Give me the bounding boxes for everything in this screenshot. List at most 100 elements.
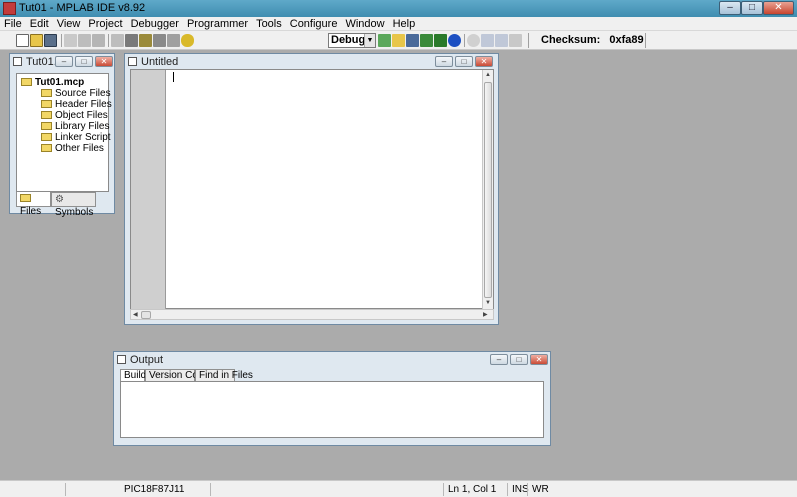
status-empty xyxy=(210,483,300,496)
checksum-display: Checksum: 0xfa89 xyxy=(528,33,646,48)
scroll-down-icon[interactable]: ▼ xyxy=(485,300,491,306)
menu-file[interactable]: File xyxy=(0,17,26,30)
menu-tools[interactable]: Tools xyxy=(252,17,286,30)
tree-item-linker-script[interactable]: Linker Script xyxy=(41,132,111,143)
project-root[interactable]: Tut01.mcp xyxy=(21,77,84,88)
folder-icon xyxy=(41,111,52,119)
scroll-thumb[interactable] xyxy=(484,82,492,298)
tree-item-object-files[interactable]: Object Files xyxy=(41,110,108,121)
paste-icon[interactable] xyxy=(92,34,105,47)
output-panel[interactable] xyxy=(120,381,544,438)
chevron-down-icon: ▼ xyxy=(364,34,375,47)
horizontal-scrollbar[interactable]: ◀ ▶ xyxy=(130,309,494,320)
export-icon[interactable] xyxy=(434,34,447,47)
close-button[interactable]: ✕ xyxy=(763,1,794,15)
tab-files[interactable]: Files xyxy=(16,192,51,217)
print-icon[interactable] xyxy=(111,34,124,47)
checksum-label: Checksum: xyxy=(541,34,601,46)
find-in-files-icon[interactable] xyxy=(139,34,152,47)
clean-icon[interactable] xyxy=(420,34,433,47)
project-root-label: Tut01.mcp xyxy=(35,77,85,88)
folder-icon xyxy=(41,133,52,141)
status-divider xyxy=(65,483,70,496)
read-device-icon[interactable] xyxy=(495,34,508,47)
tab-label: Symbols xyxy=(55,207,94,218)
close-button[interactable]: ✕ xyxy=(95,56,113,67)
toolbar-separator xyxy=(108,34,109,47)
menu-project[interactable]: Project xyxy=(84,17,126,30)
menu-view[interactable]: View xyxy=(53,17,85,30)
make-icon[interactable] xyxy=(392,34,405,47)
scroll-up-icon[interactable]: ▲ xyxy=(485,72,491,78)
toolbar-separator xyxy=(464,34,465,47)
close-button[interactable]: ✕ xyxy=(530,354,548,365)
output-window-titlebar[interactable]: Output – □ ✕ xyxy=(114,352,550,366)
tree-item-other-files[interactable]: Other Files xyxy=(41,143,104,154)
editor-window-titlebar[interactable]: Untitled – □ ✕ xyxy=(125,54,498,68)
project-window-titlebar[interactable]: Tut01... – □ ✕ xyxy=(10,54,114,68)
scroll-thumb[interactable] xyxy=(141,311,151,319)
cut-icon[interactable] xyxy=(64,34,77,47)
tree-item-label: Linker Script xyxy=(55,132,111,143)
minimize-button[interactable]: – xyxy=(490,354,508,365)
vertical-scrollbar[interactable]: ▲ ▼ xyxy=(482,70,493,309)
bookmark-icon[interactable] xyxy=(153,34,166,47)
tree-item-label: Library Files xyxy=(55,121,110,132)
tree-item-header-files[interactable]: Header Files xyxy=(41,99,112,110)
close-button[interactable]: ✕ xyxy=(475,56,493,67)
info-icon[interactable] xyxy=(448,34,461,47)
maximize-button[interactable]: □ xyxy=(75,56,93,67)
program-icon[interactable] xyxy=(481,34,494,47)
status-position: Ln 1, Col 1 xyxy=(443,483,507,496)
menu-configure[interactable]: Configure xyxy=(286,17,342,30)
open-folder-icon[interactable] xyxy=(30,34,43,47)
code-editor[interactable]: ▲ ▼ xyxy=(130,69,494,309)
tab-label: Files xyxy=(20,206,42,217)
copy-icon[interactable] xyxy=(78,34,91,47)
minimize-button[interactable]: – xyxy=(435,56,453,67)
reset-icon[interactable] xyxy=(467,34,480,47)
text-caret xyxy=(173,72,174,82)
bookmark-next-icon[interactable] xyxy=(167,34,180,47)
status-wr: WR xyxy=(527,483,557,496)
toolbar: Debug ▼ Checksum: 0xfa89 xyxy=(0,31,797,50)
new-file-icon[interactable] xyxy=(16,34,29,47)
scroll-right-icon[interactable]: ▶ xyxy=(483,311,488,318)
help-icon[interactable] xyxy=(181,34,194,47)
menu-edit[interactable]: Edit xyxy=(26,17,53,30)
maximize-button[interactable]: □ xyxy=(510,354,528,365)
maximize-button[interactable]: □ xyxy=(455,56,473,67)
status-bar: PIC18F87J11 Ln 1, Col 1 INS WR xyxy=(0,480,797,497)
tree-item-library-files[interactable]: Library Files xyxy=(41,121,109,132)
build-icon[interactable] xyxy=(378,34,391,47)
tree-item-source-files[interactable]: Source Files xyxy=(41,88,111,99)
menu-window[interactable]: Window xyxy=(341,17,388,30)
main-titlebar: Tut01 - MPLAB IDE v8.92 – □ ✕ xyxy=(0,0,797,17)
tree-item-label: Other Files xyxy=(55,143,104,154)
window-icon xyxy=(117,355,126,364)
output-window-title: Output xyxy=(130,354,164,366)
menu-debugger[interactable]: Debugger xyxy=(127,17,183,30)
scroll-left-icon[interactable]: ◀ xyxy=(133,311,138,318)
build-config-value: Debug xyxy=(331,34,366,46)
save-icon[interactable] xyxy=(44,34,57,47)
menu-programmer[interactable]: Programmer xyxy=(183,17,252,30)
status-device: PIC18F87J11 xyxy=(124,484,185,495)
menu-help[interactable]: Help xyxy=(389,17,420,30)
tree-item-label: Object Files xyxy=(55,110,108,121)
toolbar-separator xyxy=(61,34,62,47)
folder-icon xyxy=(41,122,52,130)
minimize-button[interactable]: – xyxy=(719,1,741,15)
line-number-gutter xyxy=(131,70,166,309)
window-title: Tut01 - MPLAB IDE v8.92 xyxy=(19,2,146,14)
editor-window-title: Untitled xyxy=(141,56,179,68)
verify-icon[interactable] xyxy=(509,34,522,47)
build-all-icon[interactable] xyxy=(406,34,419,47)
status-ins: INS xyxy=(507,483,529,496)
minimize-button[interactable]: – xyxy=(55,56,73,67)
maximize-button[interactable]: □ xyxy=(741,1,763,15)
build-config-select[interactable]: Debug ▼ xyxy=(328,33,376,48)
find-icon[interactable] xyxy=(125,34,138,47)
folder-icon xyxy=(41,100,52,108)
tab-symbols[interactable]: ⚙ Symbols xyxy=(51,192,96,218)
